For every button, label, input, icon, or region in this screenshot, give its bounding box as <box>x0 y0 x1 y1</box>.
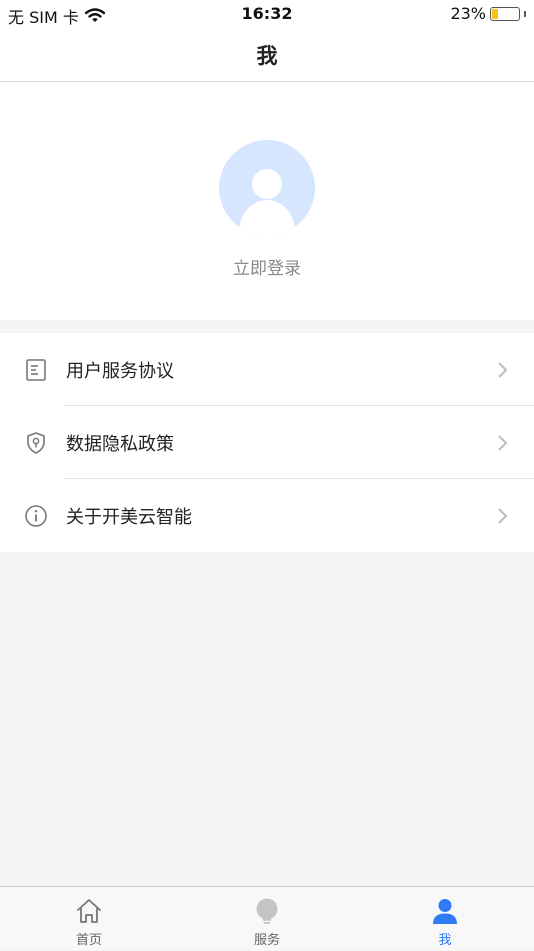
battery-tip <box>524 10 526 17</box>
settings-menu: 用户服务协议 数据隐私政策 关于开美云智能 <box>0 333 534 552</box>
lightbulb-icon <box>256 898 278 924</box>
status-bar: 无 SIM 卡 16:32 23% <box>0 0 534 28</box>
login-button[interactable]: 立即登录 <box>0 254 534 279</box>
tab-services[interactable]: 服务 <box>178 887 356 951</box>
status-right: 23% <box>450 4 526 23</box>
tab-label: 首页 <box>75 933 102 948</box>
chevron-right-icon <box>498 508 508 524</box>
menu-item-privacy-policy[interactable]: 数据隐私政策 <box>0 406 534 479</box>
document-icon <box>26 359 46 381</box>
menu-item-label: 关于开美云智能 <box>66 507 192 528</box>
tab-bar: 首页 服务 我 <box>0 886 534 950</box>
tab-me[interactable]: 我 <box>356 887 534 951</box>
menu-item-user-agreement[interactable]: 用户服务协议 <box>0 333 534 406</box>
navigation-bar: 我 <box>0 28 534 82</box>
battery-icon <box>490 6 520 21</box>
tab-label: 我 <box>438 933 452 948</box>
menu-item-about[interactable]: 关于开美云智能 <box>0 479 534 552</box>
info-icon <box>25 505 47 527</box>
chevron-right-icon <box>498 362 508 378</box>
profile-header: 立即登录 <box>0 82 534 320</box>
default-avatar-icon[interactable] <box>219 140 315 236</box>
tab-home[interactable]: 首页 <box>0 887 178 951</box>
menu-item-label: 数据隐私政策 <box>66 434 174 455</box>
shield-icon <box>27 432 45 454</box>
home-icon <box>77 899 101 923</box>
chevron-right-icon <box>498 435 508 451</box>
page-title: 我 <box>256 44 278 68</box>
battery-percent: 23% <box>450 4 486 23</box>
menu-item-label: 用户服务协议 <box>66 361 174 382</box>
battery-level <box>492 8 498 19</box>
person-icon <box>433 899 457 924</box>
tab-label: 服务 <box>253 933 280 948</box>
